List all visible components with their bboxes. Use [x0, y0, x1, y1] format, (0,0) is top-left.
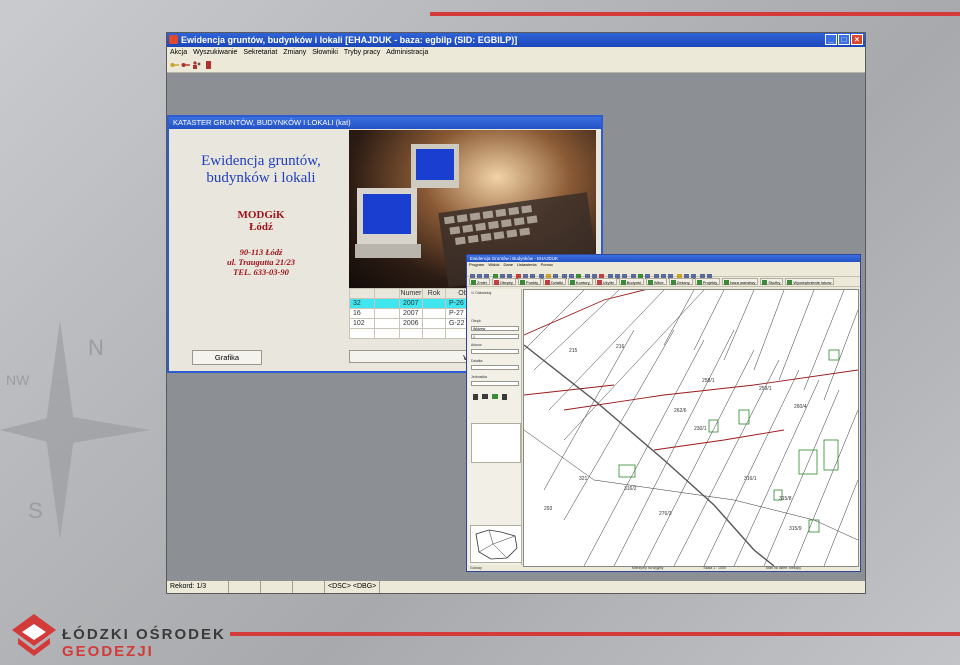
- tab-obreby[interactable]: Obręby: [491, 278, 516, 285]
- close-button[interactable]: ×: [851, 34, 863, 45]
- svg-text:262/6: 262/6: [674, 408, 687, 414]
- arkusz-select[interactable]: [471, 349, 519, 354]
- panel-tool-icons[interactable]: [472, 393, 520, 401]
- tab-budynki[interactable]: Budynki: [618, 278, 644, 285]
- users-icon[interactable]: [192, 61, 201, 69]
- tab-wlice[interactable]: Wlice: [645, 278, 667, 285]
- gis-status-bar: Gotowy Mierzymy na wyjęby Skala 1 : 1000…: [470, 566, 801, 570]
- key-icon[interactable]: [170, 61, 179, 69]
- compass-rose-icon: N S NW: [0, 320, 150, 540]
- svg-text:315/8: 315/8: [779, 496, 792, 502]
- svg-text:259/1: 259/1: [759, 386, 772, 392]
- sheet-select[interactable]: 1: [471, 334, 519, 339]
- svg-text:258/1: 258/1: [702, 378, 715, 384]
- obreb-select[interactable]: Widzew: [471, 326, 519, 331]
- record-counter: Rekord: 1/3: [167, 581, 229, 593]
- menu-akcja[interactable]: Akcja: [170, 47, 187, 58]
- tab-zmiel[interactable]: Zmiel: [469, 278, 490, 285]
- jednostka-select[interactable]: [471, 381, 519, 386]
- app-icon: [169, 35, 178, 44]
- svg-text:293: 293: [544, 506, 553, 512]
- refresh-checkbox-label[interactable]: ☑ Odświeżaj: [471, 291, 491, 295]
- svg-text:276/3: 276/3: [659, 511, 672, 517]
- svg-text:S: S: [28, 498, 43, 523]
- svg-text:N: N: [88, 335, 104, 360]
- gis-side-panel: ☑ Odświeżaj Obręb Widzew 1 Arkusz Działk…: [468, 289, 522, 565]
- tab-projekty[interactable]: Projekty: [694, 278, 721, 285]
- top-red-stripe: [430, 12, 960, 16]
- keys-icon[interactable]: [181, 61, 190, 69]
- gis-map-window: Ewidencja Gruntów i Budynków - EHAJDUK P…: [466, 254, 861, 572]
- window-titlebar: Ewidencja gruntów, budynków i lokali [EH…: [167, 33, 865, 47]
- gis-toolbar: [467, 268, 860, 279]
- svg-text:NW: NW: [6, 372, 30, 388]
- tab-sluzby[interactable]: Służby: [760, 278, 784, 285]
- svg-text:316/1: 316/1: [744, 476, 757, 482]
- toolbar: [167, 58, 865, 73]
- window-title: Ewidencja gruntów, budynków i lokali [EH…: [181, 35, 518, 45]
- tab-baza-wanstwy[interactable]: baza wanstwy: [722, 278, 759, 285]
- gis-layer-tabs: Zmiel Obręby Punkty Działki Kontury Użyt…: [467, 277, 860, 287]
- splash-org: MODGiK Łódź: [237, 209, 285, 233]
- splash-text-panel: Ewidencja gruntów, budynków i lokali MOD…: [175, 134, 347, 294]
- tab-uzytki[interactable]: Użytki: [594, 278, 617, 285]
- menu-slowniki[interactable]: Słowniki: [312, 47, 338, 58]
- cadastral-map-canvas[interactable]: 215 216 258/1 259/1 260/4 262/6 230/1 31…: [523, 289, 859, 567]
- overview-minimap[interactable]: [470, 525, 522, 563]
- menu-zmiany[interactable]: Zmiany: [283, 47, 306, 58]
- restore-button[interactable]: □: [838, 34, 850, 45]
- menu-wyszukiwanie[interactable]: Wyszukiwanie: [193, 47, 237, 58]
- exit-door-icon[interactable]: [204, 61, 213, 69]
- svg-text:215: 215: [569, 348, 578, 354]
- menu-sekretariat[interactable]: Sekretariat: [243, 47, 277, 58]
- minimize-button[interactable]: _: [825, 34, 837, 45]
- org-name-line1: ŁÓDZKI OŚRODEK: [62, 626, 226, 643]
- tab-wyodrebnienie[interactable]: Wyodrębnienie lokow: [785, 278, 835, 285]
- svg-text:230/1: 230/1: [694, 426, 707, 432]
- menu-tryby-pracy[interactable]: Tryby pracy: [344, 47, 380, 58]
- col-header-rok[interactable]: Rok: [422, 288, 446, 299]
- splash-heading: Ewidencja gruntów, budynków i lokali: [201, 153, 321, 186]
- kataster-title: KATASTER GRUNTÓW, BUDYNKÓW I LOKALI (kat…: [169, 117, 601, 129]
- logo-icon: [12, 614, 56, 656]
- gis-title: Ewidencja Gruntów i Budynków - EHAJDUK: [467, 255, 860, 262]
- org-name-line2: GEODEZJI: [62, 643, 154, 660]
- bottom-red-stripe: [230, 632, 960, 636]
- tab-punkty[interactable]: Punkty: [517, 278, 542, 285]
- results-list[interactable]: [471, 423, 521, 463]
- splash-address: 90-113 Łódź ul. Traugutta 21/23 TEL. 633…: [227, 247, 295, 277]
- grafika-button[interactable]: Grafika: [192, 350, 262, 365]
- svg-text:260/4: 260/4: [794, 404, 807, 410]
- dzialka-select[interactable]: [471, 365, 519, 370]
- svg-text:321: 321: [579, 476, 588, 482]
- svg-text:316/2: 316/2: [624, 486, 637, 492]
- tab-kontury[interactable]: Kontury: [567, 278, 593, 285]
- menu-bar: Akcja Wyszukiwanie Sekretariat Zmiany Sł…: [167, 47, 865, 58]
- svg-text:216: 216: [616, 344, 625, 350]
- tab-dzialki[interactable]: Działki: [543, 278, 566, 285]
- exit-button[interactable]: Wy: [349, 350, 479, 363]
- svg-text:315/9: 315/9: [789, 526, 802, 532]
- status-bar: Rekord: 1/3 <DSC> <DBG>: [167, 581, 865, 593]
- col-header-numer[interactable]: Numer: [399, 288, 423, 299]
- tab-zmiany[interactable]: Zmiany: [668, 278, 693, 285]
- status-keys: <DSC> <DBG>: [325, 581, 381, 593]
- menu-administracja[interactable]: Administracja: [386, 47, 428, 58]
